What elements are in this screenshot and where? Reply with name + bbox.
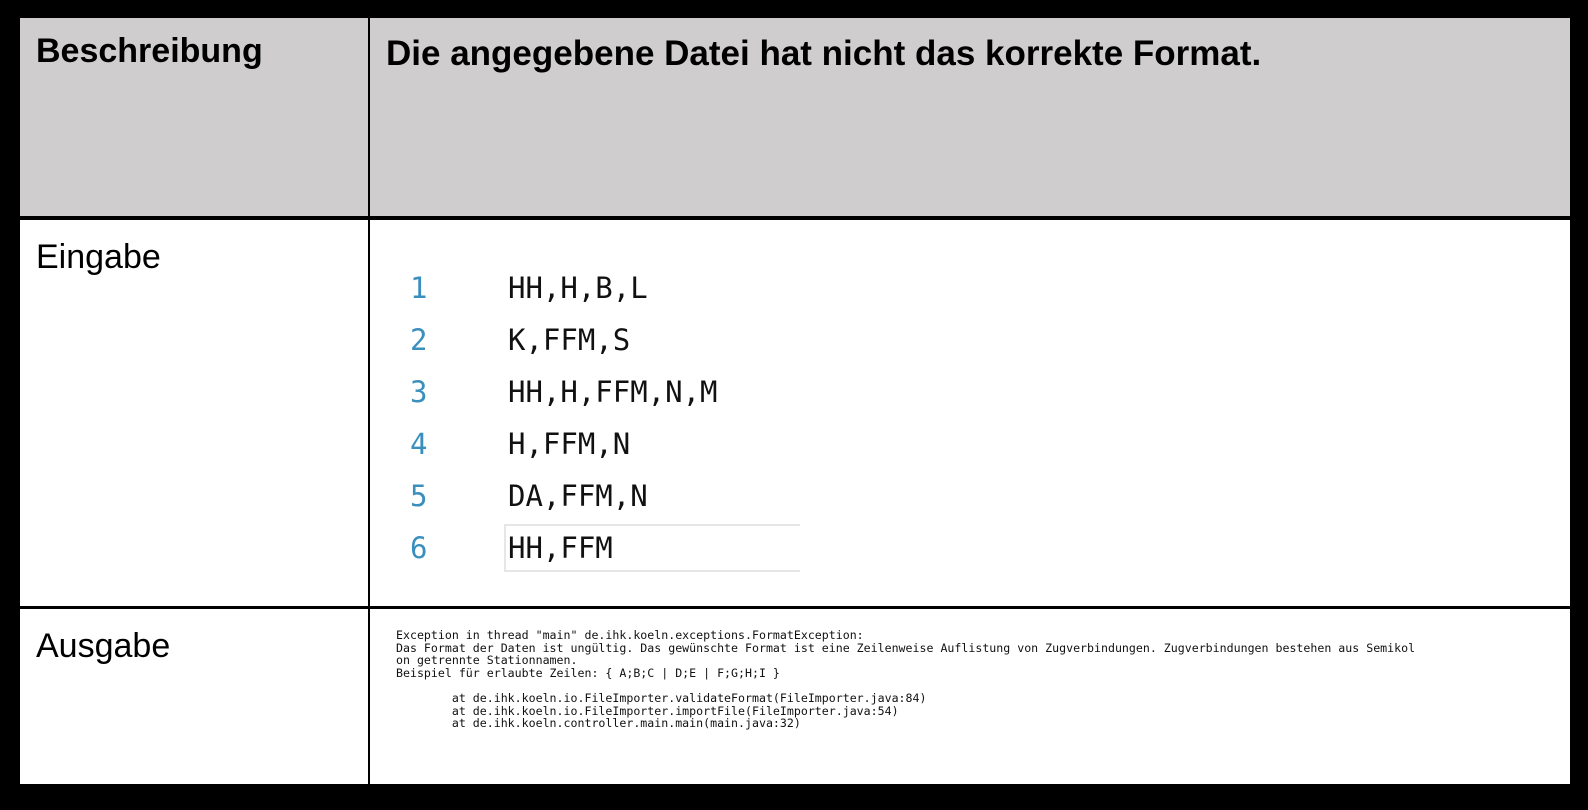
output-content-cell: Exception in thread "main" de.ihk.koeln.…	[370, 609, 1570, 784]
description-label-cell: Beschreibung	[20, 18, 368, 216]
line-number: 4	[410, 427, 428, 461]
input-label-cell: Eingabe	[20, 220, 368, 606]
line-text: K,FFM,S	[508, 323, 631, 357]
line-number: 3	[410, 375, 428, 409]
console-line: Beispiel für erlaubte Zeilen: { A;B;C | …	[396, 665, 780, 680]
line-number: 1	[410, 271, 428, 305]
line-text: HH,H,B,L	[508, 271, 648, 305]
line-number: 6	[410, 531, 428, 565]
code-line: 2 K,FFM,S	[400, 314, 880, 366]
description-label: Beschreibung	[36, 32, 263, 70]
console-line: at de.ihk.koeln.controller.main.main(mai…	[396, 716, 801, 731]
output-label-cell: Ausgabe	[20, 609, 368, 784]
description-text: Die angegebene Datei hat nicht das korre…	[386, 34, 1262, 73]
code-line-current: 6 HH,FFM	[400, 522, 880, 574]
line-number: 5	[410, 479, 428, 513]
console-output: Exception in thread "main" de.ihk.koeln.…	[396, 629, 1556, 730]
code-line: 5 DA,FFM,N	[400, 470, 880, 522]
input-content-cell: 1 HH,H,B,L 2 K,FFM,S 3 HH,H,FFM,N,M 4 H,FFM,…	[370, 220, 1570, 606]
line-text: DA,FFM,N	[508, 479, 648, 513]
specification-table: Beschreibung Die angegebene Datei hat ni…	[18, 16, 1572, 794]
code-line: 4 H,FFM,N	[400, 418, 880, 470]
input-label: Eingabe	[36, 238, 161, 276]
description-content-cell: Die angegebene Datei hat nicht das korre…	[370, 18, 1570, 216]
current-line-highlight	[504, 524, 800, 572]
input-file-code-view: 1 HH,H,B,L 2 K,FFM,S 3 HH,H,FFM,N,M 4 H,FFM,…	[400, 262, 880, 592]
code-line: 1 HH,H,B,L	[400, 262, 880, 314]
line-number: 2	[410, 323, 428, 357]
output-label: Ausgabe	[36, 627, 171, 665]
code-line: 3 HH,H,FFM,N,M	[400, 366, 880, 418]
line-text: HH,H,FFM,N,M	[508, 375, 718, 409]
line-text: H,FFM,N	[508, 427, 631, 461]
